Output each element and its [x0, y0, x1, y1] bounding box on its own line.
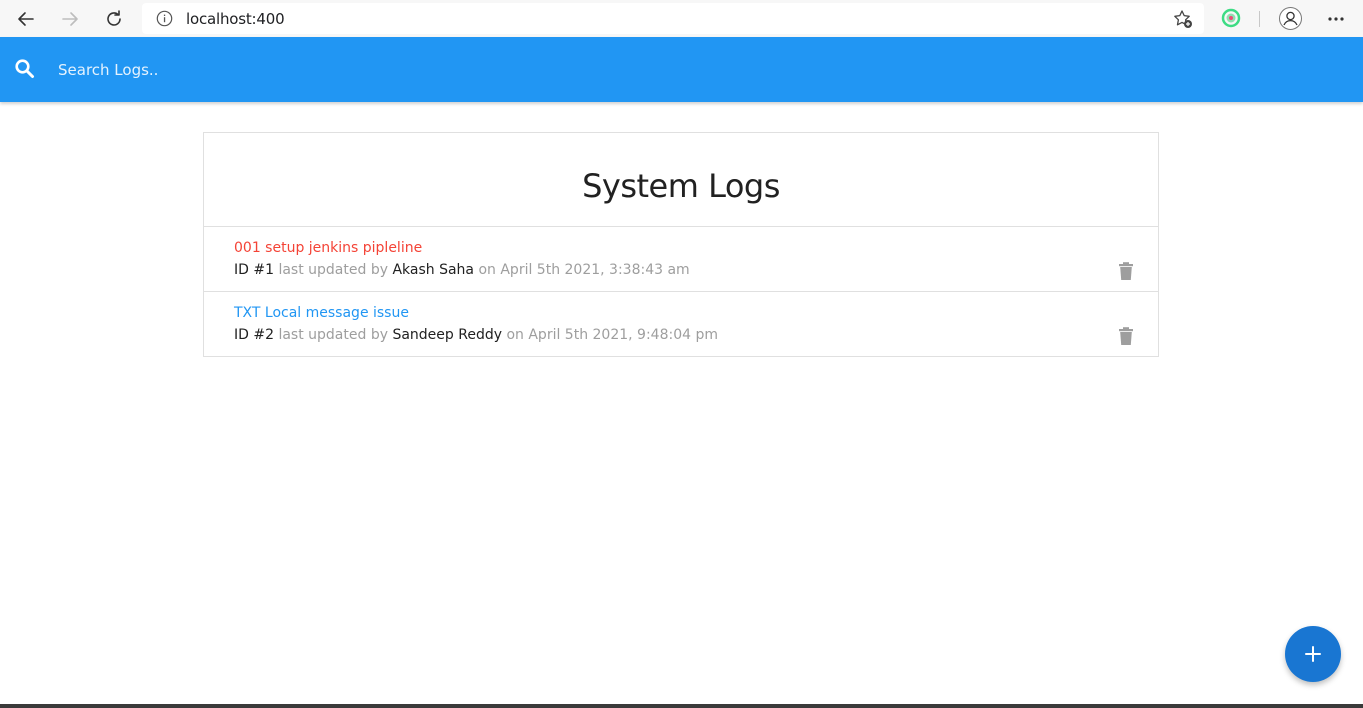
- back-icon: [18, 12, 34, 26]
- last-updated-text: last updated by: [278, 327, 388, 343]
- delete-icon[interactable]: [1116, 326, 1136, 346]
- url-text[interactable]: localhost:400: [186, 10, 285, 28]
- delete-icon[interactable]: [1116, 261, 1136, 281]
- search-input[interactable]: [58, 57, 658, 83]
- log-date: on April 5th 2021, 9:48:04 pm: [506, 327, 718, 343]
- log-id: ID #2: [234, 327, 274, 343]
- log-item: 001 setup jenkins pipleline ID #1 last u…: [204, 227, 1158, 292]
- add-icon: [1305, 646, 1321, 662]
- log-message-link[interactable]: 001 setup jenkins pipleline: [234, 240, 422, 256]
- log-id: ID #1: [234, 262, 274, 278]
- extension-icon[interactable]: [1220, 7, 1242, 29]
- log-tech: Sandeep Reddy: [392, 327, 503, 343]
- logs-collection: System Logs 001 setup jenkins pipleline …: [203, 132, 1159, 357]
- collection-header: System Logs: [204, 133, 1158, 227]
- address-bar[interactable]: localhost:400: [142, 3, 1204, 34]
- log-meta: ID #2 last updated by Sandeep Reddy on A…: [234, 327, 718, 343]
- toolbar-divider: [1259, 11, 1260, 27]
- taskbar-edge: [0, 704, 1363, 708]
- profile-icon[interactable]: [1278, 6, 1303, 31]
- info-icon[interactable]: [156, 10, 173, 27]
- reload-button[interactable]: [101, 6, 127, 32]
- search-navbar: [0, 37, 1363, 102]
- add-log-button[interactable]: [1285, 626, 1341, 682]
- favorite-add-icon[interactable]: [1172, 8, 1194, 30]
- reload-icon: [107, 10, 121, 26]
- forward-icon: [62, 12, 78, 26]
- last-updated-text: last updated by: [278, 262, 388, 278]
- log-meta: ID #1 last updated by Akash Saha on Apri…: [234, 262, 690, 278]
- browser-toolbar: localhost:400: [0, 0, 1363, 37]
- more-icon[interactable]: [1323, 6, 1349, 32]
- forward-button[interactable]: [57, 6, 83, 32]
- log-message-link[interactable]: TXT Local message issue: [234, 305, 409, 321]
- search-icon: [15, 59, 34, 78]
- log-date: on April 5th 2021, 3:38:43 am: [478, 262, 690, 278]
- log-item: TXT Local message issue ID #2 last updat…: [204, 292, 1158, 357]
- page-title: System Logs: [582, 166, 780, 205]
- back-button[interactable]: [13, 6, 39, 32]
- log-tech: Akash Saha: [392, 262, 475, 278]
